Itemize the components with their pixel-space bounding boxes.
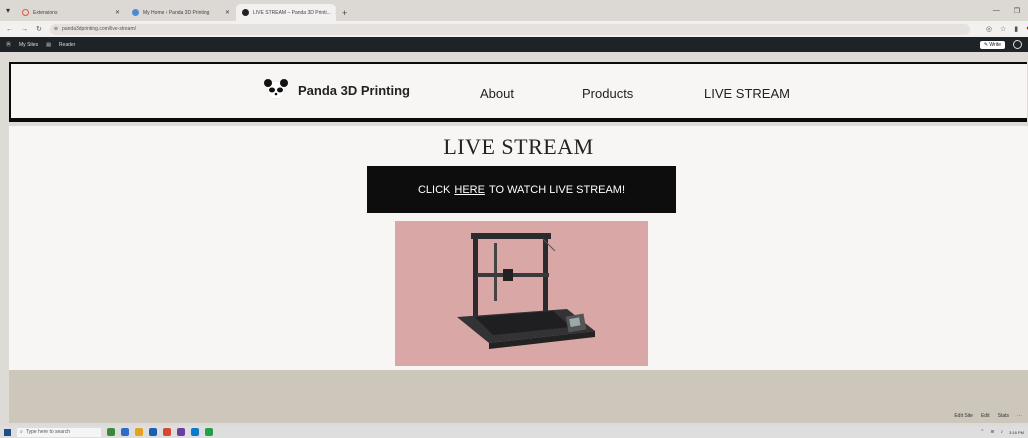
tab-label: Extensions <box>33 9 58 16</box>
write-button[interactable]: ✎ Write <box>979 40 1005 49</box>
site-title: Panda 3D Printing <box>298 82 410 98</box>
more-icon[interactable]: ⋯ <box>1017 413 1022 419</box>
bookmark-star-icon[interactable]: ☆ <box>1000 25 1006 33</box>
site-brand[interactable]: Panda 3D Printing <box>262 78 410 102</box>
address-toolbar: ← → ↻ ⊜ panda3dprinting.com/live-stream/… <box>0 21 1028 37</box>
tab-search-button[interactable]: ▾ <box>0 0 16 21</box>
notifications-icon[interactable] <box>1013 40 1022 49</box>
reload-icon[interactable]: ↻ <box>36 25 42 33</box>
wifi-icon[interactable]: ≋ <box>990 429 994 435</box>
nav-about[interactable]: About <box>480 86 514 101</box>
tray-arrow-icon[interactable]: ⌃ <box>980 429 984 435</box>
stats-link[interactable]: Stats <box>998 413 1009 419</box>
write-label: Write <box>989 41 1001 48</box>
edit-site-link[interactable]: Edit Site <box>954 413 973 419</box>
page-content: LIVE STREAM CLICK HERE TO WATCH LIVE STR… <box>9 126 1028 370</box>
new-tab-button[interactable]: + <box>336 4 353 21</box>
site-favicon-icon <box>242 9 249 16</box>
extensions-favicon-icon <box>22 9 29 16</box>
eye-off-icon[interactable]: ◎ <box>986 25 992 33</box>
clock[interactable]: 3:16 PM <box>1009 430 1024 435</box>
printer-hero-image <box>395 221 648 366</box>
my-sites-link[interactable]: My Sites <box>19 42 38 48</box>
search-icon: ⌕ <box>20 429 23 435</box>
chrome-icon[interactable] <box>163 428 171 436</box>
app-icon[interactable] <box>149 428 157 436</box>
forward-icon[interactable]: → <box>21 26 28 33</box>
restore-icon[interactable]: ❐ <box>1014 7 1020 15</box>
search-placeholder: Type here to search <box>25 429 71 435</box>
panda-logo-icon <box>264 79 288 100</box>
site-info-icon[interactable]: ⊜ <box>54 26 58 32</box>
app-icon[interactable] <box>107 428 115 436</box>
wp-admin-bar: Ⓦ My Sites ▤ Reader ✎ Write <box>0 37 1028 52</box>
app-icon[interactable] <box>177 428 185 436</box>
window-controls: — ❐ <box>993 0 1028 21</box>
page-title: LIVE STREAM <box>443 134 594 159</box>
tab-label: LIVE STREAM – Panda 3D Printi... <box>253 9 331 16</box>
edit-link[interactable]: Edit <box>981 413 990 419</box>
url-text: panda3dprinting.com/live-stream/ <box>62 26 137 32</box>
close-tab-icon[interactable]: ✕ <box>115 9 120 16</box>
live-stream-link[interactable]: HERE <box>454 184 485 196</box>
back-icon[interactable]: ← <box>6 26 13 33</box>
live-stream-cta: CLICK HERE TO WATCH LIVE STREAM! <box>367 166 676 213</box>
app-icon[interactable] <box>205 428 213 436</box>
wordpress-favicon-icon <box>132 9 139 16</box>
close-tab-icon[interactable]: ✕ <box>225 9 230 16</box>
reader-icon[interactable]: ▤ <box>46 42 51 48</box>
cta-prefix: CLICK <box>417 183 451 196</box>
site-footer: Edit Site Edit Stats ⋯ <box>9 370 1028 423</box>
nav-products[interactable]: Products <box>582 86 633 101</box>
3d-printer-illustration <box>395 221 648 366</box>
minimize-icon[interactable]: — <box>993 7 1000 14</box>
cta-suffix: TO WATCH LIVE STREAM! <box>488 183 626 196</box>
browser-tab-live-stream[interactable]: LIVE STREAM – Panda 3D Printi... ✕ <box>236 4 336 21</box>
system-tray: ⌃ ≋ ♪ 3:16 PM <box>980 429 1024 435</box>
nav-live-stream[interactable]: LIVE STREAM <box>704 86 790 101</box>
reader-link[interactable]: Reader <box>59 42 75 48</box>
browser-tab-my-home[interactable]: My Home ‹ Panda 3D Printing ✕ <box>126 4 236 21</box>
browser-tab-extensions[interactable]: Extensions ✕ <box>16 4 126 21</box>
wordpress-logo-icon[interactable]: Ⓦ <box>6 41 11 48</box>
os-taskbar: ⌕ Type here to search ⌃ ≋ ♪ 3:16 PM <box>0 426 1028 438</box>
file-explorer-icon[interactable] <box>135 428 143 436</box>
taskbar-search[interactable]: ⌕ Type here to search <box>17 427 101 437</box>
site-header: Panda 3D Printing About Products LIVE ST… <box>9 62 1027 122</box>
browser-tab-bar: ▾ Extensions ✕ My Home ‹ Panda 3D Printi… <box>0 0 1028 21</box>
windows-start-icon[interactable] <box>4 428 11 436</box>
app-icon[interactable] <box>121 428 129 436</box>
footer-admin-links: Edit Site Edit Stats ⋯ <box>954 413 1022 419</box>
volume-icon[interactable]: ♪ <box>1001 429 1004 435</box>
tab-label: My Home ‹ Panda 3D Printing <box>143 9 210 16</box>
url-bar[interactable]: ⊜ panda3dprinting.com/live-stream/ <box>49 23 970 35</box>
vscode-icon[interactable] <box>191 428 199 436</box>
sidepanel-icon[interactable]: ▮ <box>1014 25 1018 33</box>
